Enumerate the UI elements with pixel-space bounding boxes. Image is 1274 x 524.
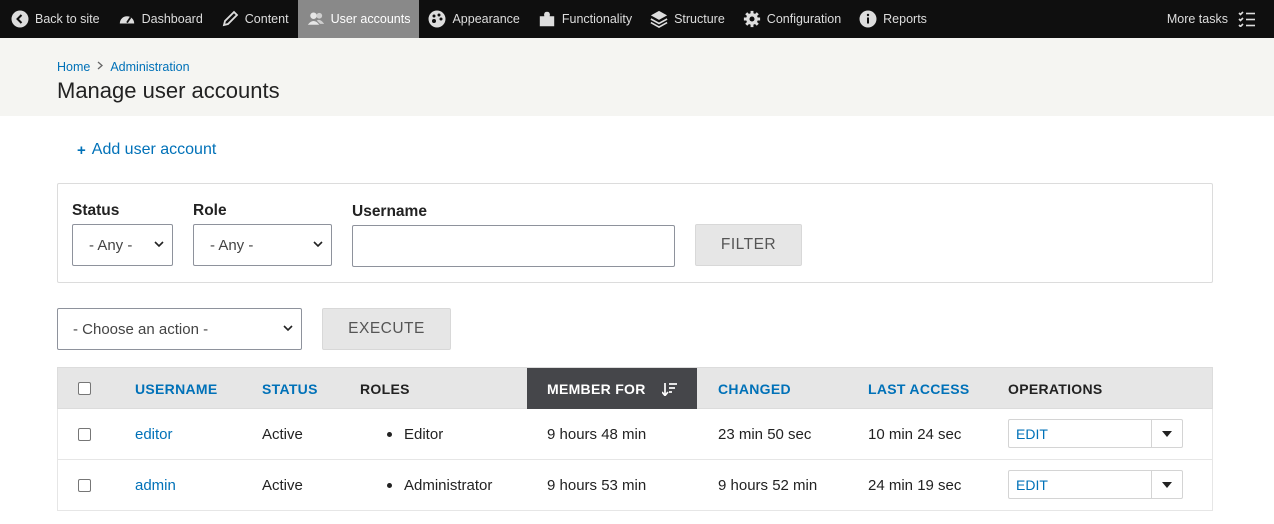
role-filter-value: - Any - [210,236,254,254]
status-filter-select[interactable]: - Any - [72,224,173,266]
toolbar-dashboard[interactable]: Dashboard [109,0,212,38]
page-header: Home Administration Manage user accounts [0,38,1274,116]
bulk-action-value: - Choose an action - [73,320,209,338]
plus-icon: + [77,141,86,159]
operations-dropbutton: EDIT [1008,470,1183,499]
breadcrumb: Home Administration [57,60,190,74]
add-user-label: Add user account [91,141,217,158]
admin-toolbar: Back to site Dashboard Content User acco… [0,0,1274,38]
back-arrow-icon [11,10,29,28]
breadcrumb-home[interactable]: Home [57,60,90,74]
toolbar-appearance[interactable]: Appearance [419,0,528,38]
header-member-for[interactable]: MEMBER FOR [527,368,697,410]
chevron-right-icon [97,61,104,73]
status-cell: Active [262,476,303,494]
toolbar-reports[interactable]: Reports [850,0,936,38]
header-changed[interactable]: CHANGED [718,368,791,410]
edit-button[interactable]: EDIT [1009,471,1151,498]
toolbar-functionality[interactable]: Functionality [529,0,641,38]
changed-cell: 9 hours 52 min [718,476,818,494]
toolbar-user-accounts[interactable]: User accounts [297,0,420,38]
chevron-down-icon [154,241,164,248]
page-title: Manage user accounts [57,78,280,103]
row-select-checkbox[interactable] [78,428,91,441]
toolbar-label: Appearance [452,12,520,26]
info-icon [859,10,877,28]
dropbutton-toggle[interactable] [1151,471,1182,498]
toolbar-label: Configuration [766,12,842,26]
breadcrumb-administration[interactable]: Administration [110,60,189,74]
toolbar-label: Functionality [561,12,633,26]
header-status[interactable]: STATUS [262,368,318,410]
header-roles: ROLES [360,381,410,397]
chevron-down-icon [283,325,293,332]
dropbutton-toggle[interactable] [1151,420,1182,447]
gear-icon [743,10,761,28]
edit-button[interactable]: EDIT [1009,420,1151,447]
toolbar-label: User accounts [330,12,411,26]
toolbar-label: Reports [883,12,927,26]
chevron-down-icon [313,241,323,248]
toolbar-content[interactable]: Content [212,0,298,38]
bullet-icon [387,482,392,488]
select-all-checkbox[interactable] [78,382,91,395]
last-access-cell: 10 min 24 sec [868,425,962,443]
toolbar-label: Back to site [35,12,100,26]
bullet-icon [387,431,392,437]
toolbar-label: Dashboard [141,12,203,26]
toolbar-label: More tasks [1166,12,1228,26]
toolbar-configuration[interactable]: Configuration [734,0,850,38]
caret-down-icon [1162,481,1172,488]
role-value: Editor [404,425,444,443]
status-filter-value: - Any - [89,236,133,254]
table-row: admin Active Administrator 9 hours 53 mi… [57,460,1213,511]
filter-button[interactable]: FILTER [695,224,802,266]
username-filter-label: Username [352,203,427,220]
pencil-icon [221,10,239,28]
toolbar-more-tasks[interactable]: More tasks [1158,0,1274,38]
role-filter-select[interactable]: - Any - [193,224,332,266]
tasks-list-icon [1238,10,1256,28]
add-user-account-link[interactable]: + Add user account [77,141,216,159]
username-link[interactable]: admin [135,460,176,510]
username-filter-input[interactable] [352,225,675,267]
table-row: editor Active Editor 9 hours 48 min 23 m… [57,409,1213,460]
header-operations: OPERATIONS [1008,381,1103,397]
last-access-cell: 24 min 19 sec [868,476,962,494]
bulk-action-select[interactable]: - Choose an action - [57,308,302,350]
role-filter-label: Role [193,202,227,219]
execute-button[interactable]: EXECUTE [322,308,451,350]
role-value: Administrator [404,476,493,494]
header-username[interactable]: USERNAME [135,368,218,410]
layers-icon [650,10,668,29]
operations-dropbutton: EDIT [1008,419,1183,448]
row-select-checkbox[interactable] [78,479,91,492]
roles-cell: Administrator [387,460,492,510]
toolbar-label: Structure [674,12,725,26]
member-for-cell: 9 hours 53 min [547,476,647,494]
header-member-for-label: MEMBER FOR [547,381,646,397]
status-filter-label: Status [72,202,120,219]
roles-cell: Editor [387,409,443,459]
dashboard-icon [118,10,136,28]
toolbar-structure[interactable]: Structure [641,0,734,38]
status-cell: Active [262,425,303,443]
caret-down-icon [1162,430,1172,437]
table-header: USERNAME STATUS ROLES MEMBER FOR CHANGED… [57,367,1213,410]
header-last-access[interactable]: LAST ACCESS [868,368,970,410]
toolbar-label: Content [244,12,289,26]
users-icon [307,10,325,28]
puzzle-icon [538,10,556,28]
username-link[interactable]: editor [135,409,173,459]
changed-cell: 23 min 50 sec [718,425,812,443]
sort-descending-icon [661,382,678,396]
toolbar-back-to-site[interactable]: Back to site [0,0,109,38]
member-for-cell: 9 hours 48 min [547,425,647,443]
palette-icon [428,10,446,28]
